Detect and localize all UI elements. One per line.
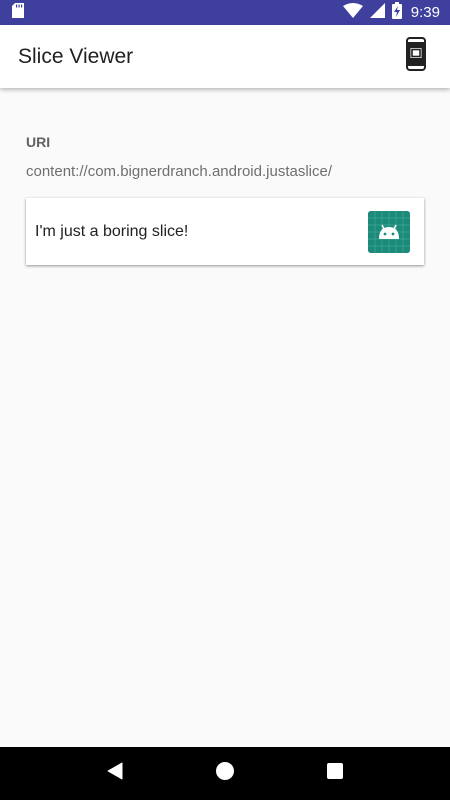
status-bar-left — [12, 2, 24, 23]
home-icon — [215, 761, 235, 786]
recents-icon — [326, 762, 344, 785]
battery-charging-icon — [391, 1, 402, 24]
sd-card-icon — [12, 2, 24, 23]
navigation-bar — [0, 747, 450, 800]
screen: 9:39 Slice Viewer URI content://com.bign… — [0, 0, 450, 800]
signal-icon — [369, 2, 385, 23]
uri-value: content://com.bignerdranch.android.justa… — [26, 163, 333, 180]
slice-text: I'm just a boring slice! — [35, 222, 189, 240]
slice-card[interactable]: I'm just a boring slice! — [26, 198, 424, 265]
recents-button[interactable] — [315, 754, 355, 794]
back-button[interactable] — [95, 754, 135, 794]
phone-slice-icon — [406, 37, 426, 76]
status-bar-right: 9:39 — [342, 1, 440, 24]
app-bar: Slice Viewer — [0, 25, 450, 88]
status-bar: 9:39 — [0, 0, 450, 25]
android-icon — [368, 210, 410, 253]
home-button[interactable] — [205, 754, 245, 794]
wifi-icon — [342, 2, 363, 23]
back-icon — [106, 762, 124, 785]
status-time: 9:39 — [410, 4, 440, 21]
uri-label: URI — [26, 134, 51, 150]
main-content: URI content://com.bignerdranch.android.j… — [0, 88, 450, 747]
phone-slice-button[interactable] — [396, 37, 436, 77]
app-title: Slice Viewer — [18, 44, 134, 68]
